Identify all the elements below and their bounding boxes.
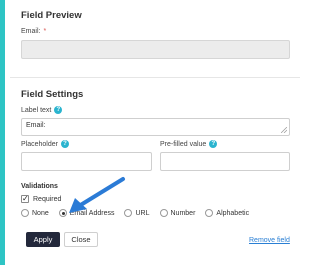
placeholder-label: Placeholder ? bbox=[21, 140, 69, 148]
radio-number[interactable]: Number bbox=[159, 209, 196, 217]
resize-handle-icon[interactable] bbox=[281, 127, 287, 133]
radio-button[interactable] bbox=[205, 209, 214, 217]
label-text-value: Email: bbox=[26, 122, 46, 129]
radio-none[interactable]: None bbox=[21, 209, 49, 217]
email-preview-label: Email: * bbox=[21, 28, 46, 35]
label-text-caption: Label text bbox=[21, 106, 52, 114]
label-text-label: Label text ? bbox=[21, 106, 63, 114]
required-checkbox[interactable] bbox=[21, 194, 29, 203]
radio-button[interactable] bbox=[159, 209, 168, 217]
radio-label: URL bbox=[135, 209, 150, 217]
section-divider bbox=[10, 77, 300, 78]
question-circle-icon[interactable]: ? bbox=[60, 140, 69, 148]
field-settings-title: Field Settings bbox=[21, 89, 84, 100]
radio-label: None bbox=[32, 209, 49, 217]
required-checkbox-label: Required bbox=[33, 195, 62, 203]
apply-button[interactable]: Apply bbox=[26, 232, 60, 247]
remove-field-link[interactable]: Remove field bbox=[249, 237, 290, 244]
required-asterisk: * bbox=[43, 28, 47, 35]
radio-label: Alphabetic bbox=[216, 209, 250, 217]
placeholder-input[interactable] bbox=[21, 152, 152, 171]
arrow-annotation-icon bbox=[69, 177, 125, 213]
field-preview-title: Field Preview bbox=[21, 10, 82, 21]
radio-url[interactable]: URL bbox=[124, 209, 150, 217]
placeholder-caption: Placeholder bbox=[21, 140, 58, 148]
field-editor-panel: Field Preview Email: * Field Settings La… bbox=[5, 0, 300, 265]
radio-label: Number bbox=[170, 209, 196, 217]
validation-radio-group: None Email Address URL Number Alphabetic bbox=[21, 209, 249, 217]
label-text-input[interactable]: Email: bbox=[21, 118, 290, 136]
radio-alphabetic[interactable]: Alphabetic bbox=[205, 209, 249, 217]
email-preview-input bbox=[21, 40, 290, 59]
question-circle-icon[interactable]: ? bbox=[54, 106, 63, 114]
prefilled-caption: Pre-filled value bbox=[160, 140, 207, 148]
required-checkbox-row[interactable]: Required bbox=[21, 194, 62, 203]
radio-button[interactable] bbox=[21, 209, 29, 217]
question-circle-icon[interactable]: ? bbox=[209, 140, 218, 148]
email-label-text: Email: bbox=[21, 28, 41, 35]
prefilled-input[interactable] bbox=[160, 152, 290, 171]
validations-title: Validations bbox=[21, 183, 58, 190]
prefilled-label: Pre-filled value ? bbox=[160, 140, 218, 148]
close-button[interactable]: Close bbox=[64, 232, 98, 247]
